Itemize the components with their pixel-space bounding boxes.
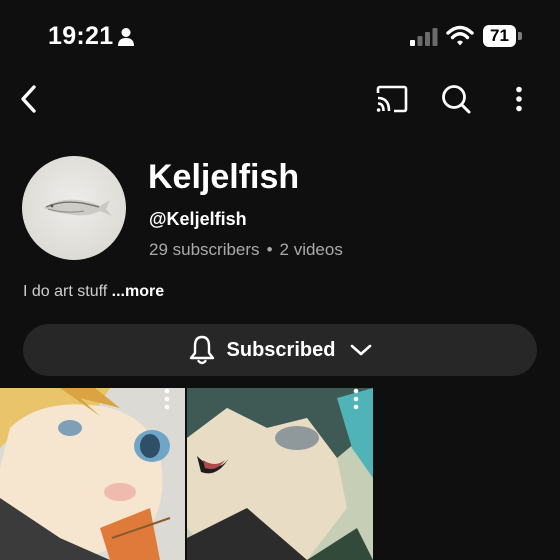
channel-handle: @Keljelfish: [149, 209, 247, 229]
person-icon: [117, 27, 135, 47]
video-thumbnail: [0, 388, 185, 560]
battery-icon: 71: [483, 25, 523, 47]
more-link[interactable]: ...more: [112, 283, 164, 300]
search-button[interactable]: [437, 80, 475, 118]
battery-level: 71: [483, 25, 516, 47]
subscribed-button[interactable]: Subscribed: [23, 324, 537, 376]
back-icon: [21, 85, 36, 113]
search-icon: [442, 85, 471, 114]
more-vert-icon: [516, 86, 522, 112]
wifi-icon: [446, 25, 474, 47]
description-text: I do art stuff: [23, 283, 108, 300]
status-time: 19:21: [48, 22, 114, 50]
video-card-1[interactable]: [0, 388, 185, 560]
bell-icon: [189, 335, 214, 365]
more-vert-icon[interactable]: [352, 388, 360, 410]
channel-name: Keljelfish: [148, 158, 300, 196]
channel-avatar[interactable]: [22, 156, 126, 260]
channel-description: I do art stuff ...more: [23, 283, 164, 301]
more-vert-icon[interactable]: [163, 388, 171, 410]
video-card-2[interactable]: [187, 388, 373, 560]
signal-icon: [410, 28, 438, 46]
channel-stats: 29 subscribers • 2 videos: [149, 240, 343, 260]
fish-sketch-icon: [44, 199, 112, 216]
cast-button[interactable]: [372, 82, 412, 116]
subscribed-label: Subscribed: [226, 338, 336, 361]
chevron-down-icon: [351, 344, 372, 356]
more-options-button[interactable]: [508, 82, 530, 116]
back-button[interactable]: [14, 82, 44, 116]
video-count: 2 videos: [279, 240, 343, 259]
cast-icon: [376, 85, 408, 113]
subscriber-count: 29 subscribers: [149, 240, 260, 259]
stats-separator: •: [266, 240, 273, 259]
video-thumbnail: [187, 388, 373, 560]
